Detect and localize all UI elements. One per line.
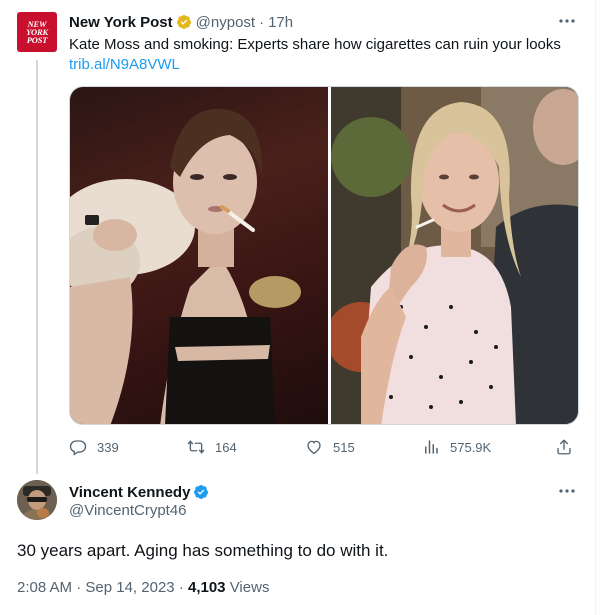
photo-older-woman-smoking (331, 87, 578, 424)
tweet-actions: 339 164 515 575.9K (69, 438, 579, 458)
reply-button[interactable]: 339 (69, 438, 119, 456)
analytics-bars-icon (425, 440, 438, 454)
repost-button[interactable]: 164 (187, 438, 237, 456)
meta-separator-2: · (178, 579, 184, 596)
like-button[interactable]: 515 (305, 438, 355, 456)
more-dots-icon (559, 489, 575, 493)
tweet-header: New York Post @nypost · 17h (69, 12, 293, 32)
like-count: 515 (333, 439, 355, 455)
more-options-button[interactable] (556, 11, 578, 31)
reply-metadata: 2:08 AM · Sep 14, 2023 · 4,103 Views (17, 578, 269, 598)
verified-gold-badge-icon (176, 15, 191, 29)
thread-connector-line (36, 60, 38, 474)
media-grid[interactable] (69, 86, 579, 425)
tweet-time[interactable]: 17h (268, 14, 293, 31)
meta-separator-1: · (76, 579, 82, 596)
author-handle[interactable]: @nypost (196, 14, 255, 31)
reply-author-name[interactable]: Vincent Kennedy (69, 484, 190, 501)
dot-separator: · (259, 13, 265, 31)
vincent-avatar[interactable] (17, 480, 57, 520)
tweet-text: Kate Moss and smoking: Experts share how… (69, 36, 561, 53)
photo-young-woman-smoking (70, 108, 301, 424)
reply-author-handle[interactable]: @VincentCrypt46 (69, 501, 187, 521)
nypost-avatar[interactable]: NEW YORK POST (17, 12, 57, 52)
reply-time[interactable]: 2:08 AM (17, 579, 72, 596)
author-name[interactable]: New York Post (69, 14, 173, 31)
media-photo-1[interactable] (70, 87, 328, 424)
verified-blue-badge-icon (194, 485, 209, 499)
share-button[interactable] (555, 438, 573, 456)
reply-date[interactable]: Sep 14, 2023 (85, 579, 174, 596)
repost-icon (187, 440, 205, 454)
share-icon (557, 439, 571, 455)
reply-more-options-button[interactable] (556, 481, 578, 501)
tweet-link[interactable]: trib.al/N9A8VWL (69, 55, 180, 75)
reply-view-count: 4,103 (187, 579, 226, 596)
views-button[interactable]: 575.9K (422, 438, 491, 456)
reply-header: Vincent Kennedy (69, 482, 213, 502)
heart-icon (307, 440, 321, 455)
reply-count: 339 (97, 439, 119, 455)
media-photo-2[interactable] (331, 87, 578, 424)
avatar-photo (17, 480, 57, 520)
repost-count: 164 (215, 439, 237, 455)
avatar-text-line-3: POST (26, 35, 48, 45)
views-label: Views (229, 579, 270, 596)
timeline-border (595, 0, 596, 615)
view-count: 575.9K (450, 439, 492, 455)
reply-icon (69, 440, 87, 456)
more-dots-icon (559, 19, 575, 23)
reply-text: 30 years apart. Aging has something to d… (17, 541, 389, 560)
